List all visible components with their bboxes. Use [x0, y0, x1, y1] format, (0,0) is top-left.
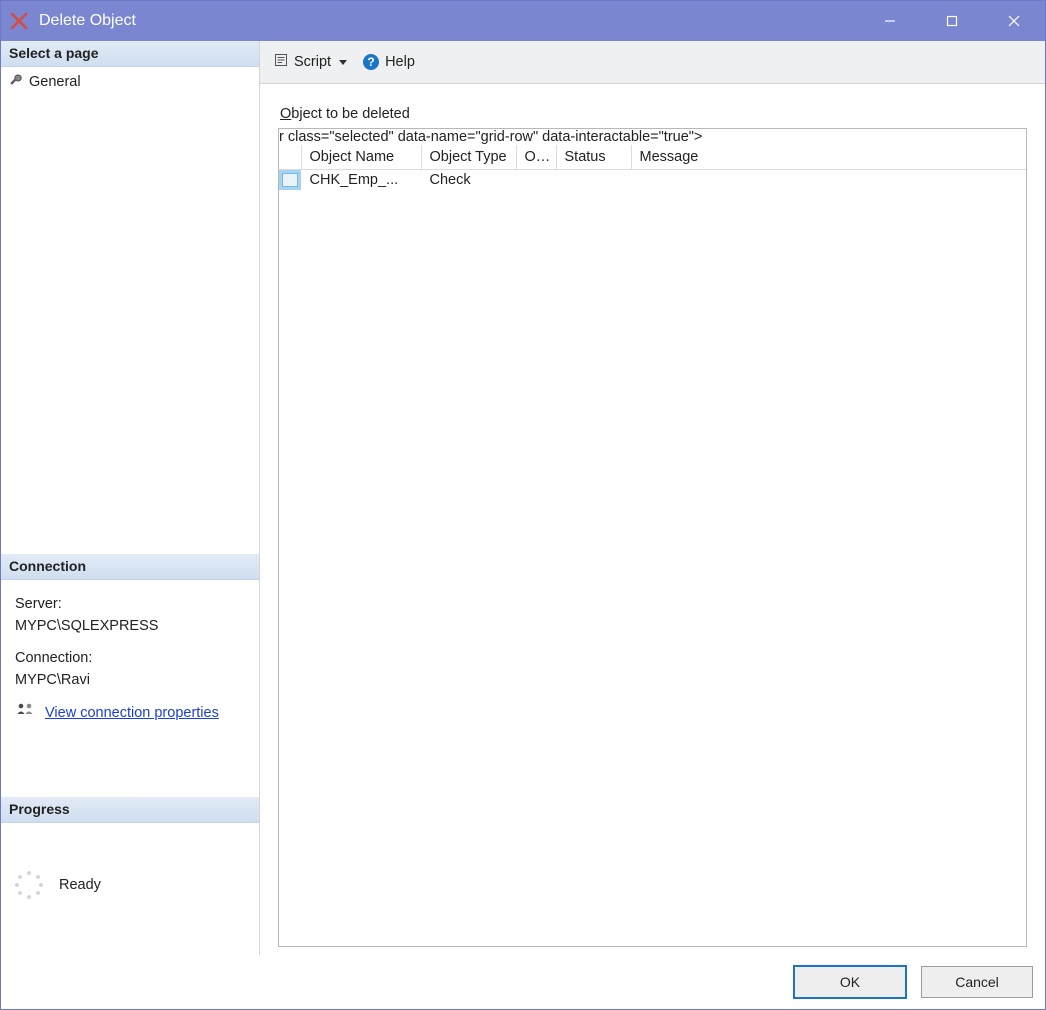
- minimize-button[interactable]: [859, 1, 921, 41]
- sidebar-item-general[interactable]: General: [7, 71, 253, 93]
- connection-header: Connection: [1, 554, 259, 580]
- connection-value: MYPC\Ravi: [15, 670, 245, 692]
- col-object-name[interactable]: Object Name: [301, 145, 421, 170]
- objects-grid[interactable]: r class="selected" data-name="grid-row" …: [278, 128, 1027, 947]
- ok-button[interactable]: OK: [793, 965, 907, 999]
- cell-status[interactable]: [556, 170, 631, 191]
- server-value: MYPC\SQLEXPRESS: [15, 616, 245, 638]
- select-page-header: Select a page: [1, 41, 259, 67]
- col-object-type[interactable]: Object Type: [421, 145, 516, 170]
- titlebar[interactable]: Delete Object: [1, 1, 1045, 41]
- window-title: Delete Object: [39, 12, 859, 30]
- script-icon: [274, 53, 288, 71]
- window-controls: [859, 1, 1045, 41]
- col-status[interactable]: Status: [556, 145, 631, 170]
- progress-panel: Ready: [1, 823, 259, 955]
- cancel-button[interactable]: Cancel: [921, 966, 1033, 998]
- help-button[interactable]: ? Help: [359, 52, 419, 72]
- page-list: General: [1, 67, 259, 554]
- chevron-down-icon: [339, 60, 347, 65]
- help-label: Help: [385, 54, 415, 70]
- cell-message[interactable]: [631, 170, 1026, 191]
- progress-status: Ready: [59, 877, 101, 893]
- sidebar: Select a page General Connection Server:…: [1, 41, 260, 955]
- progress-header: Progress: [1, 797, 259, 823]
- help-icon: ?: [363, 54, 379, 70]
- script-label: Script: [294, 54, 331, 70]
- app-icon: [9, 11, 29, 31]
- cell-object-type[interactable]: Check: [421, 170, 516, 191]
- dialog-footer: OK Cancel: [1, 955, 1045, 1009]
- col-message[interactable]: Message: [631, 145, 1026, 170]
- delete-object-dialog: Delete Object Select a page: [0, 0, 1046, 1010]
- objects-group-label: Object to be deleted: [280, 106, 1027, 122]
- col-owner[interactable]: O...: [516, 145, 556, 170]
- script-dropdown[interactable]: Script: [270, 51, 351, 73]
- connection-props-icon: [15, 701, 35, 727]
- grid-header-row[interactable]: Object Name Object Type O... Status Mess…: [279, 145, 1026, 170]
- cell-owner[interactable]: [516, 170, 556, 191]
- connection-label: Connection:: [15, 648, 245, 670]
- view-connection-properties-link[interactable]: View connection properties: [45, 703, 219, 725]
- main-content: Object to be deleted r class="selected" …: [260, 84, 1045, 955]
- dialog-body: Select a page General Connection Server:…: [1, 41, 1045, 955]
- main-pane: Script ? Help Object to be deleted r cla…: [260, 41, 1045, 955]
- progress-spinner-icon: [15, 871, 43, 899]
- row-header[interactable]: [279, 170, 301, 191]
- toolbar: Script ? Help: [260, 41, 1045, 84]
- cell-object-name[interactable]: CHK_Emp_...: [301, 170, 421, 191]
- maximize-button[interactable]: [921, 1, 983, 41]
- connection-panel: Server: MYPC\SQLEXPRESS Connection: MYPC…: [1, 580, 259, 737]
- wrench-icon: [9, 73, 23, 91]
- close-button[interactable]: [983, 1, 1045, 41]
- sidebar-item-label: General: [29, 74, 81, 90]
- server-label: Server:: [15, 594, 245, 616]
